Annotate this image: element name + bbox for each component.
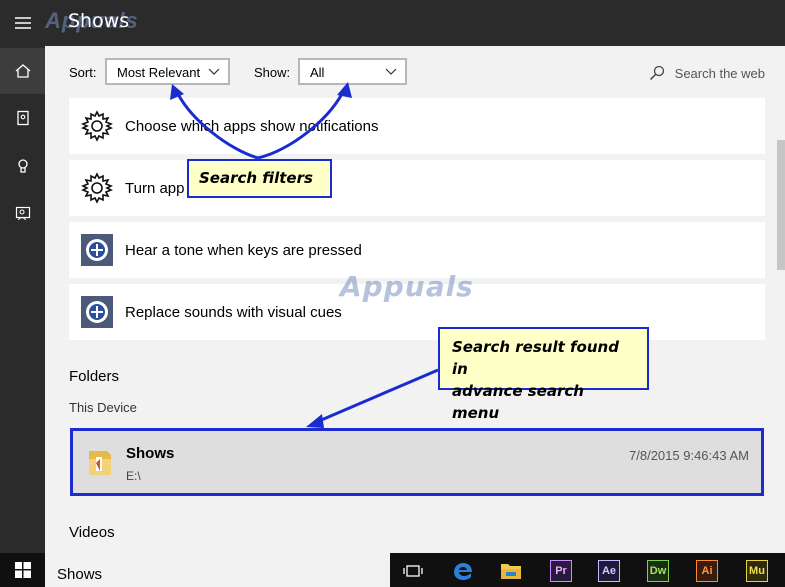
home-icon — [15, 64, 30, 78]
taskbar-search-text: Shows — [57, 566, 103, 583]
taskbar: Shows Pr Ae Dw Ai Mu — [0, 553, 785, 587]
sort-dropdown[interactable]: Most Relevant — [105, 58, 230, 85]
illustrator-icon[interactable]: Ai — [696, 560, 718, 582]
sort-value: Most Relevant — [117, 65, 201, 80]
this-device-label: This Device — [69, 400, 137, 415]
left-rail — [0, 0, 45, 553]
folder-icon — [89, 451, 111, 475]
result-text: Hear a tone when keys are pressed — [125, 241, 362, 259]
sort-label: Sort: — [69, 65, 97, 80]
feedback-button[interactable] — [0, 191, 45, 237]
result-text: Choose which apps show notifications — [125, 117, 379, 135]
folder-path: E:\ — [126, 469, 141, 483]
ease-of-access-icon — [81, 296, 113, 328]
premiere-icon[interactable]: Pr — [550, 560, 572, 582]
result-text: Turn app — [125, 179, 185, 197]
hamburger-icon — [14, 17, 31, 29]
taskbar-search-box[interactable]: Shows — [45, 553, 390, 587]
search-filters-callout: Search filters — [187, 159, 332, 198]
muse-icon[interactable]: Mu — [746, 560, 768, 582]
edge-browser-icon[interactable] — [452, 560, 474, 582]
lightbulb-icon — [17, 159, 28, 173]
search-icon — [649, 65, 664, 81]
search-web-label: Search the web — [674, 65, 765, 81]
gear-icon — [81, 110, 113, 142]
home-button[interactable] — [0, 48, 45, 94]
result-item-turn-app[interactable]: Turn app — [69, 160, 765, 216]
result-item-notifications[interactable]: Choose which apps show notifications — [69, 98, 765, 154]
notebook-icon — [16, 110, 29, 126]
callout-text-line1: Search result found in — [452, 338, 619, 378]
after-effects-icon[interactable]: Ae — [598, 560, 620, 582]
search-result-callout: Search result found in advance search me… — [438, 327, 649, 422]
chevron-down-icon — [385, 68, 397, 75]
show-dropdown[interactable]: All — [298, 58, 407, 85]
scrollbar-thumb[interactable] — [777, 140, 785, 270]
page-title: Shows — [68, 10, 130, 32]
callout-text: Search filters — [199, 169, 313, 187]
title-bar: Appuals Shows — [45, 0, 785, 46]
folder-result-shows[interactable]: Shows E:\ 7/8/2015 9:46:43 AM — [70, 428, 764, 496]
folder-name: Shows — [126, 445, 175, 462]
gear-icon — [81, 172, 113, 204]
show-label: Show: — [254, 65, 291, 80]
feedback-icon — [15, 206, 30, 221]
file-explorer-icon[interactable] — [500, 560, 522, 582]
task-view-icon[interactable] — [402, 560, 424, 582]
callout-text-line2: advance search menu — [452, 382, 584, 422]
hamburger-menu-button[interactable] — [0, 0, 45, 46]
videos-heading: Videos — [69, 524, 115, 541]
windows-logo-icon — [14, 562, 31, 578]
result-text: Replace sounds with visual cues — [125, 303, 342, 321]
notebook-button[interactable] — [0, 95, 45, 141]
chevron-down-icon — [208, 68, 220, 75]
folder-date: 7/8/2015 9:46:43 AM — [629, 448, 749, 463]
folders-heading: Folders — [69, 368, 120, 385]
start-button[interactable] — [0, 553, 45, 587]
show-value: All — [310, 65, 325, 80]
search-web-button[interactable]: Search the web — [649, 65, 765, 81]
filter-bar: Sort: Most Relevant Show: All Search the… — [45, 46, 785, 98]
ease-of-access-icon — [81, 234, 113, 266]
dreamweaver-icon[interactable]: Dw — [647, 560, 669, 582]
reminders-button[interactable] — [0, 143, 45, 189]
watermark: Appuals — [340, 270, 474, 303]
